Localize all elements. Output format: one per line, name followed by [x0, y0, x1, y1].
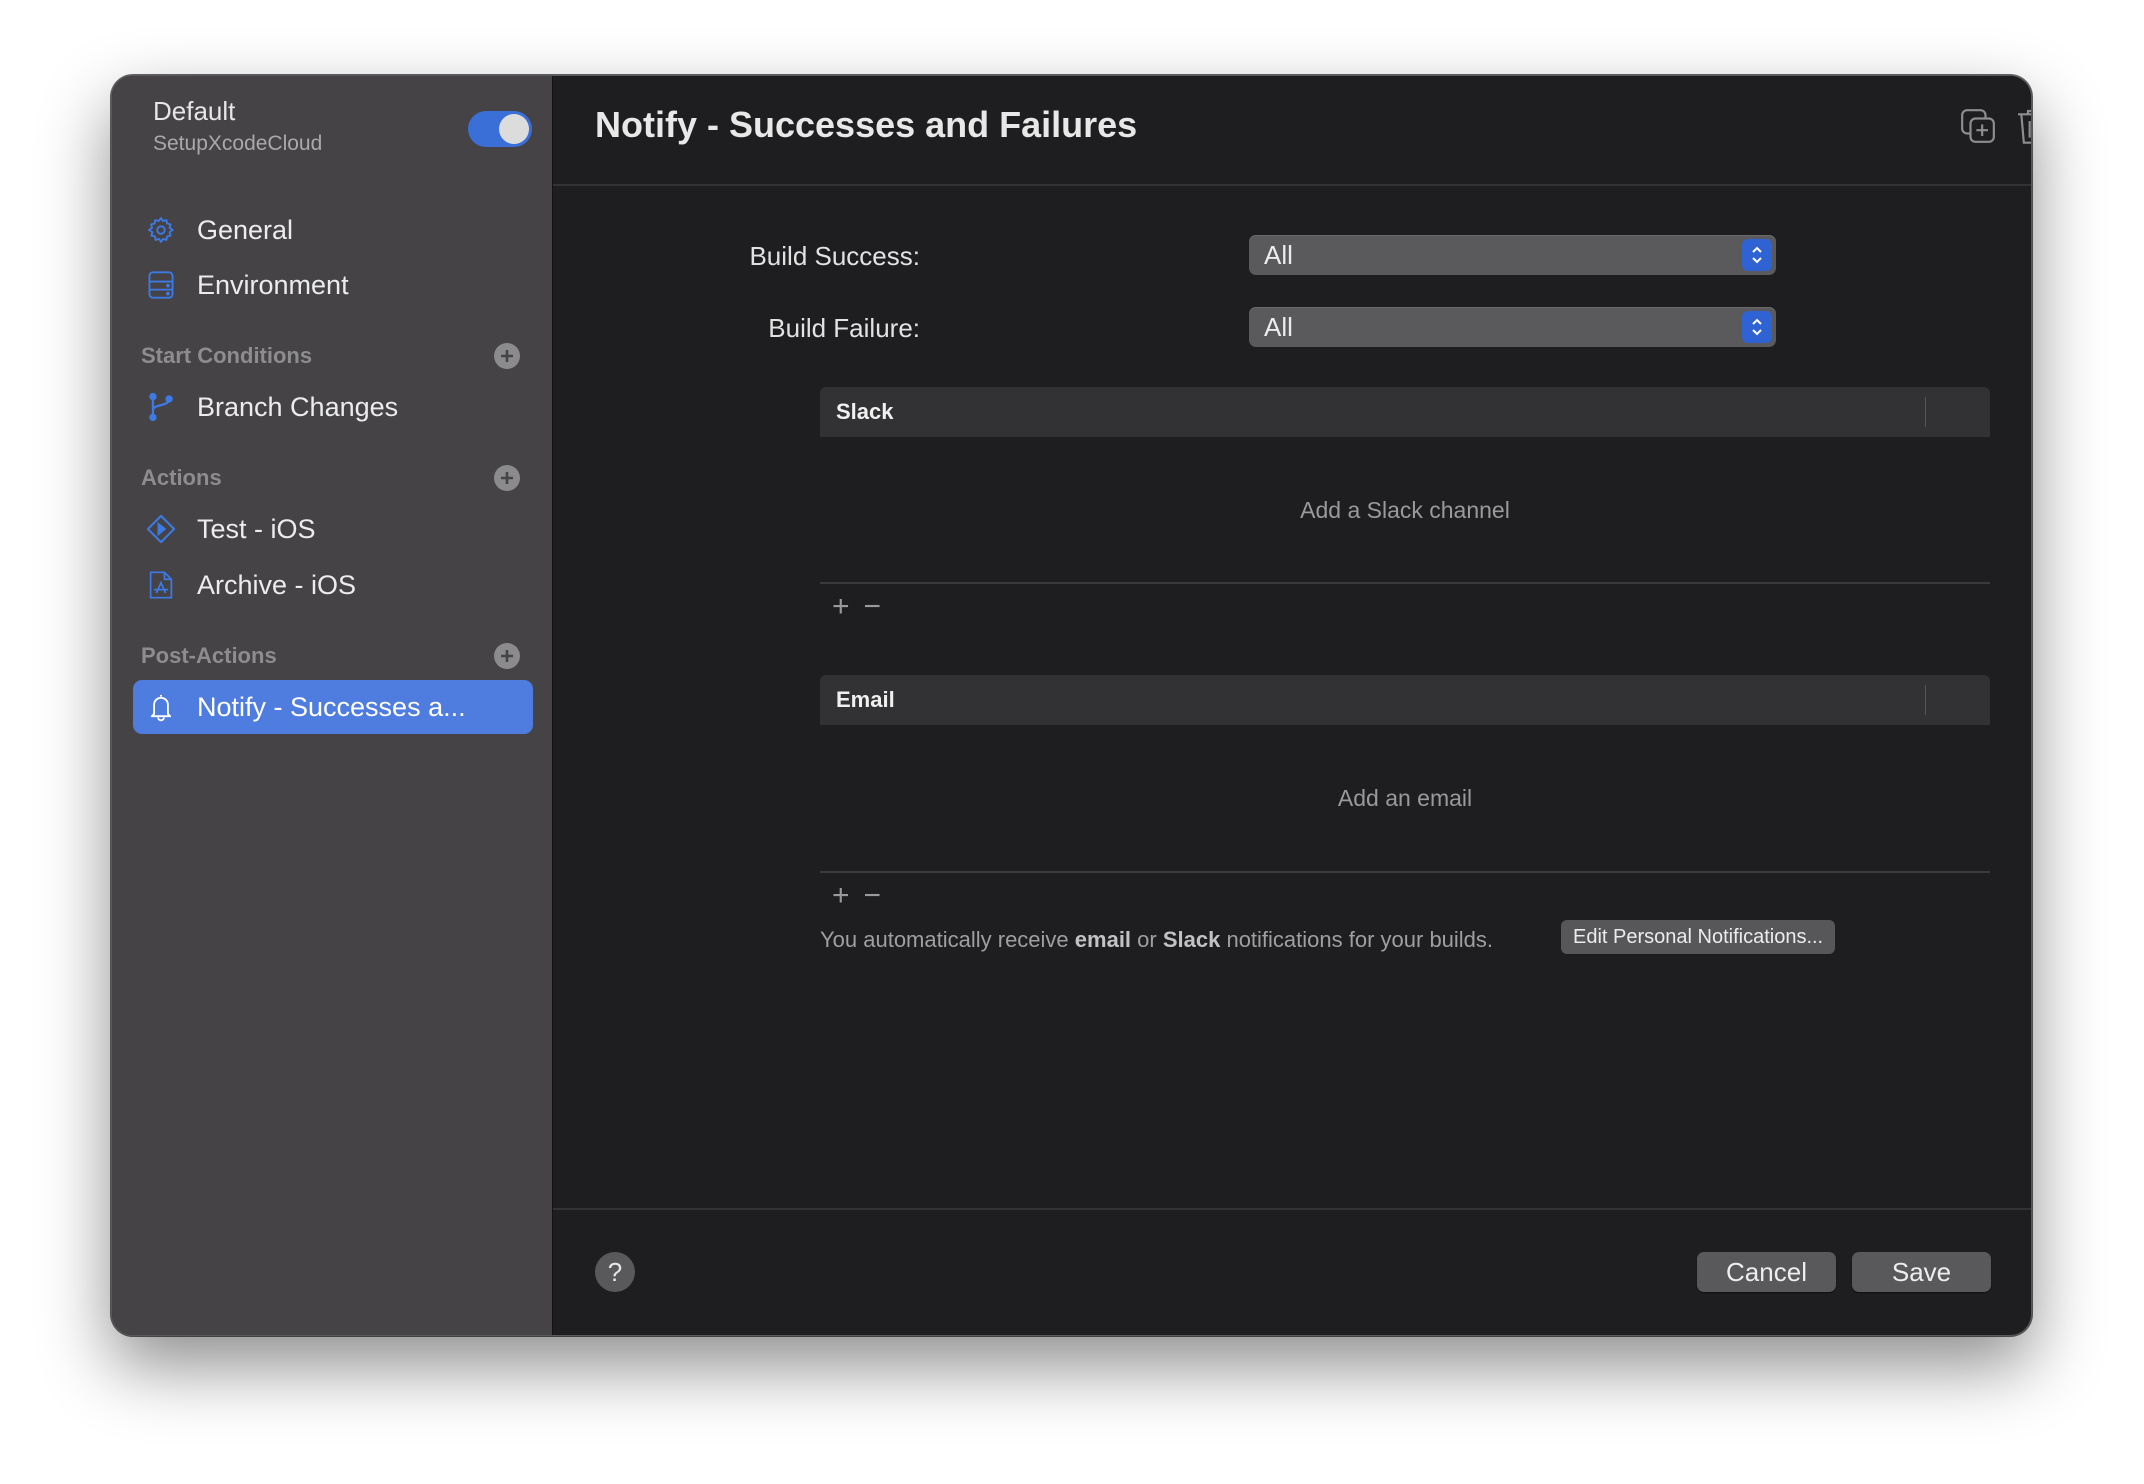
product-name: SetupXcodeCloud [153, 132, 323, 155]
gear-icon [143, 212, 179, 248]
chevron-up-down-icon [1742, 239, 1772, 271]
slack-table-separator [820, 582, 1990, 584]
help-button[interactable]: ? [595, 1252, 635, 1292]
section-post-actions: Post-Actions [141, 643, 277, 668]
info-slack: Slack [1162, 927, 1221, 952]
build-success-value: All [1264, 240, 1293, 270]
save-button[interactable]: Save [1852, 1252, 1991, 1292]
remove-email-button[interactable]: − [864, 881, 882, 911]
server-icon [143, 267, 179, 303]
main-panel: Notify - Successes and Failures Build Su… [553, 76, 2031, 1335]
build-failure-row: Build Failure: All [553, 307, 2031, 347]
column-divider[interactable] [1925, 685, 1926, 715]
slack-add-remove: + − [832, 592, 881, 622]
build-success-label: Build Success: [749, 241, 920, 271]
build-success-row: Build Success: All [553, 235, 2031, 275]
page-title: Notify - Successes and Failures [595, 104, 1138, 145]
info-prefix: You automatically receive [820, 927, 1075, 952]
add-action-button[interactable] [494, 465, 520, 491]
section-start-conditions: Start Conditions [141, 343, 313, 368]
edit-personal-notifications-button[interactable]: Edit Personal Notifications... [1561, 920, 1836, 954]
info-mid: or [1131, 927, 1163, 952]
sidebar-item-label: Environment [197, 269, 349, 300]
build-failure-value: All [1264, 312, 1293, 342]
add-start-condition-button[interactable] [494, 343, 520, 369]
cancel-button[interactable]: Cancel [1697, 1252, 1836, 1292]
sidebar-item-notify[interactable]: Notify - Successes a... [133, 680, 533, 734]
workflow-editor-window: Default SetupXcodeCloud General Environm… [111, 75, 2032, 1336]
build-failure-select[interactable]: All [1249, 307, 1776, 347]
remove-slack-button[interactable]: − [864, 592, 882, 622]
sidebar-item-label: Test - iOS [197, 513, 316, 544]
sidebar-item-label: General [197, 214, 294, 245]
email-table-separator [820, 871, 1990, 873]
toggle-knob [499, 114, 529, 144]
email-add-remove: + − [832, 881, 881, 911]
slack-table-header: Slack [820, 387, 1990, 437]
chevron-up-down-icon [1742, 311, 1772, 343]
workflow-enabled-toggle[interactable] [468, 111, 532, 147]
slack-empty-placeholder: Add a Slack channel [1300, 497, 1510, 523]
build-failure-label: Build Failure: [768, 313, 920, 343]
column-divider[interactable] [1925, 397, 1926, 427]
sidebar-item-environment[interactable]: Environment [133, 258, 533, 312]
build-success-select[interactable]: All [1249, 235, 1776, 275]
sidebar-item-label: Notify - Successes a... [197, 691, 466, 722]
slack-table: Slack Add a Slack channel + − [820, 387, 1990, 637]
info-email: email [1074, 927, 1132, 952]
add-slack-button[interactable]: + [832, 592, 850, 622]
email-empty-placeholder: Add an email [1337, 785, 1473, 811]
trash-icon[interactable] [2013, 106, 2031, 150]
sidebar-item-general[interactable]: General [133, 203, 533, 257]
email-column-header: Email [836, 687, 895, 712]
header: Notify - Successes and Failures [553, 76, 2031, 186]
sidebar: Default SetupXcodeCloud General Environm… [112, 76, 553, 1335]
sidebar-item-label: Branch Changes [197, 391, 399, 422]
footer-separator [553, 1208, 2031, 1210]
email-table-header: Email [820, 675, 1990, 725]
sidebar-item-test-ios[interactable]: Test - iOS [133, 502, 533, 556]
sidebar-item-label: Archive - iOS [197, 569, 357, 600]
test-play-icon [143, 511, 179, 547]
archive-appstore-icon [143, 567, 179, 603]
info-suffix: notifications for your builds. [1220, 927, 1494, 952]
sidebar-item-branch-changes[interactable]: Branch Changes [133, 380, 533, 434]
sidebar-item-archive-ios[interactable]: Archive - iOS [133, 558, 533, 612]
add-email-button[interactable]: + [832, 881, 850, 911]
slack-column-header: Slack [836, 399, 894, 424]
add-post-action-button[interactable] [494, 643, 520, 669]
email-table: Email Add an email + − [820, 675, 1990, 925]
personal-notifications-info: You automatically receive email or Slack… [820, 927, 1493, 953]
workflow-name: Default [153, 96, 236, 126]
duplicate-icon[interactable] [1958, 106, 1998, 150]
branch-icon [143, 389, 179, 425]
bell-icon [143, 689, 179, 725]
section-actions: Actions [141, 465, 222, 490]
